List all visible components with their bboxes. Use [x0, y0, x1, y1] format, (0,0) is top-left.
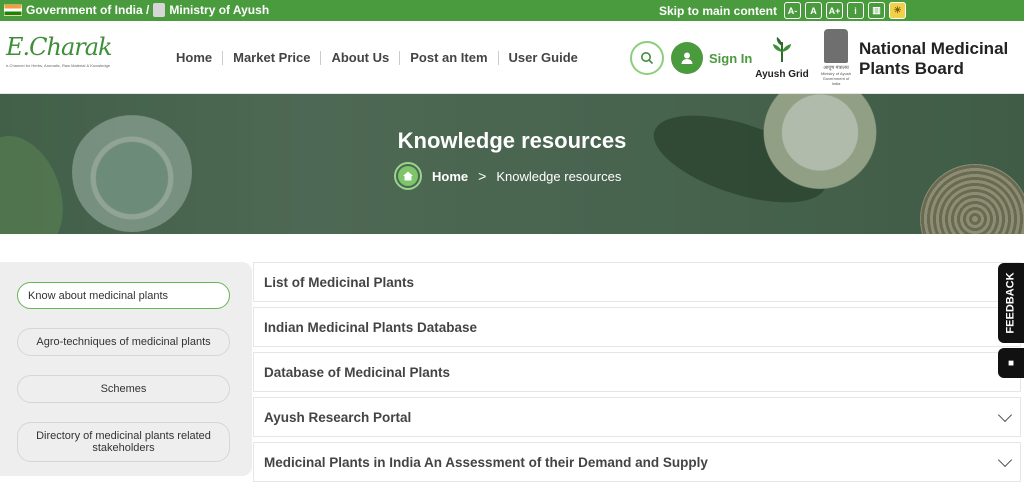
- ayush-grid-leaf-icon: [754, 36, 810, 69]
- board-title-line2: Plants Board: [859, 59, 964, 78]
- sidebar-item-directory-stakeholders[interactable]: Directory of medicinal plants related st…: [17, 422, 230, 462]
- chevron-down-icon[interactable]: [997, 452, 1013, 468]
- nav-home[interactable]: Home: [166, 50, 222, 65]
- accordion-item-label: Medicinal Plants in India An Assessment …: [264, 454, 708, 470]
- sidebar-item-schemes[interactable]: Schemes: [17, 375, 230, 403]
- accordion-item-indian-medicinal-plants-database[interactable]: Indian Medicinal Plants Database: [253, 307, 1021, 347]
- gov-top-bar: Government of India / Ministry of Ayush …: [0, 0, 1024, 21]
- video-glyph: ■: [1007, 357, 1015, 369]
- accordion-item-label: Indian Medicinal Plants Database: [264, 319, 478, 335]
- emblem-gov-text: Government of India: [822, 76, 850, 86]
- main-nav: Home Market Price About Us Post an Item …: [166, 50, 588, 65]
- site-header: E.Charak e-Channel for Herbs, Aromatic, …: [0, 21, 1024, 94]
- font-normal-button[interactable]: A: [805, 2, 822, 19]
- accordion-item-demand-and-supply[interactable]: Medicinal Plants in India An Assessment …: [253, 442, 1021, 482]
- ministry-emblem: आयुष मंत्रालय Ministry of Ayush Governme…: [819, 29, 853, 87]
- chevron-down-icon[interactable]: [997, 407, 1013, 423]
- national-emblem-icon: [824, 29, 848, 63]
- nav-user-guide[interactable]: User Guide: [499, 50, 588, 65]
- board-title-line1: National Medicinal: [859, 39, 1009, 58]
- sidebar-item-agro-techniques[interactable]: Agro-techniques of medicinal plants: [17, 328, 230, 356]
- accordion-item-list-of-medicinal-plants[interactable]: List of Medicinal Plants: [253, 262, 1021, 302]
- state-emblem-icon: [153, 3, 166, 17]
- user-icon: [671, 42, 703, 74]
- sign-in-button[interactable]: Sign In: [671, 42, 752, 74]
- theme-toggle-icon[interactable]: ☀: [889, 2, 906, 19]
- sitemap-icon[interactable]: ▥: [868, 2, 885, 19]
- accordion-item-label: Ayush Research Portal: [264, 409, 412, 425]
- info-icon[interactable]: i: [847, 2, 864, 19]
- font-decrease-button[interactable]: A-: [784, 2, 801, 19]
- breadcrumb-separator: >: [478, 168, 487, 184]
- nav-market-price[interactable]: Market Price: [223, 50, 320, 65]
- knowledge-sidebar: Know about medicinal plants Agro-techniq…: [0, 262, 252, 476]
- gov-identity: Government of India / Ministry of Ayush: [4, 3, 269, 17]
- hero-banner: Knowledge resources Home > Knowledge res…: [0, 94, 1024, 234]
- accordion-item-database-of-medicinal-plants[interactable]: Database of Medicinal Plants: [253, 352, 1021, 392]
- sign-in-label: Sign In: [709, 50, 753, 66]
- ministry-link[interactable]: Ministry of Ayush: [169, 3, 269, 17]
- gov-text: Government of India /: [26, 3, 150, 17]
- breadcrumb-home-link[interactable]: Home: [432, 169, 468, 184]
- logo-text: E.Charak: [6, 33, 113, 61]
- feedback-tab[interactable]: FEEDBACK: [998, 263, 1024, 343]
- board-title[interactable]: National Medicinal Plants Board: [859, 39, 1008, 79]
- india-flag-icon: [4, 4, 22, 16]
- search-icon[interactable]: [630, 41, 664, 75]
- breadcrumb-current: Knowledge resources: [496, 168, 622, 184]
- accessibility-tools: Skip to main content A- A A+ i ▥ ☀: [659, 2, 906, 19]
- sidebar-item-know-about-medicinal-plants[interactable]: Know about medicinal plants: [17, 282, 230, 309]
- ayush-grid-link[interactable]: Ayush Grid: [754, 36, 810, 80]
- ayush-grid-label: Ayush Grid: [755, 69, 809, 80]
- feedback-label: FEEDBACK: [1005, 272, 1017, 334]
- accordion-item-ayush-research-portal[interactable]: Ayush Research Portal: [253, 397, 1021, 437]
- accordion-item-label: List of Medicinal Plants: [264, 274, 415, 290]
- breadcrumb: Home > Knowledge resources: [394, 162, 621, 190]
- breadcrumb-home-icon[interactable]: [394, 162, 422, 190]
- nav-about-us[interactable]: About Us: [321, 50, 399, 65]
- skip-to-main-link[interactable]: Skip to main content: [659, 4, 777, 18]
- page-title: Knowledge resources: [397, 128, 627, 153]
- logo-tagline: e-Channel for Herbs, Aromatic, Raw Mater…: [6, 63, 111, 68]
- font-increase-button[interactable]: A+: [826, 2, 843, 19]
- video-icon[interactable]: ■: [998, 348, 1024, 378]
- accordion-item-label: Database of Medicinal Plants: [264, 364, 451, 380]
- nav-post-an-item[interactable]: Post an Item: [400, 50, 497, 65]
- echarak-logo[interactable]: E.Charak e-Channel for Herbs, Aromatic, …: [6, 33, 113, 81]
